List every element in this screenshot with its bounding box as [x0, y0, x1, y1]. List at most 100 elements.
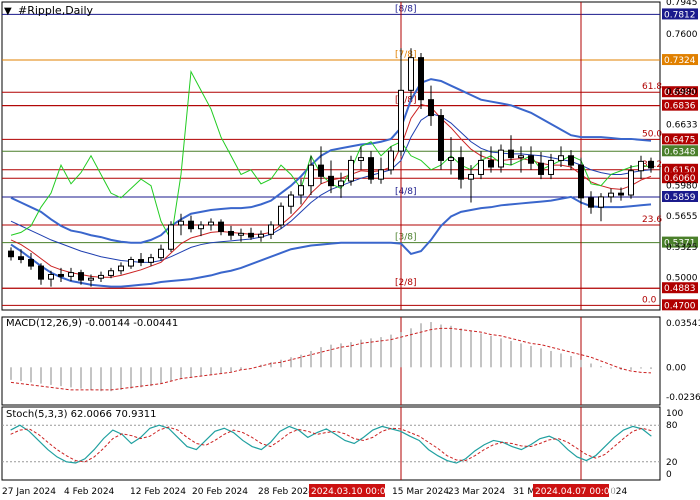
level-label: 50.0 [642, 129, 662, 139]
candle-body [538, 162, 544, 175]
candle-body [158, 248, 164, 259]
candle-body [508, 149, 514, 159]
y-tick-label: 0.5325 [666, 243, 698, 253]
x-tick-label: 15 Mar 2024 [392, 487, 449, 497]
level-label: 61.8 [642, 82, 662, 92]
candle-body [48, 273, 54, 280]
candle-body [28, 259, 34, 267]
macd-y-tick-label: 0.03541 [666, 319, 700, 329]
candle-body [128, 259, 134, 267]
candle-body [98, 274, 104, 279]
y-tick-label: 0.6633 [666, 121, 698, 131]
candle-body [148, 257, 154, 263]
y-tick-label: 0.5000 [666, 273, 698, 283]
candle-body [578, 164, 584, 199]
y-tick-label: 0.6990 [666, 87, 698, 97]
macd-y-tick-label: 0.00 [666, 363, 686, 373]
candle-body [568, 155, 574, 166]
candle-body [338, 180, 344, 187]
candle-body [178, 220, 184, 226]
candle-body [618, 192, 624, 196]
stoch-y-tick-label: 0 [666, 470, 672, 480]
main-price-panel: [8/8][7/8]61.8[6/8]50.038.2[4/8]23.6[3/8… [1, 1, 662, 311]
candle-body [308, 164, 314, 187]
candle-body [248, 232, 254, 238]
candle-body [378, 169, 384, 180]
candle-body [488, 159, 494, 168]
candle-body [608, 192, 614, 198]
candle-body [388, 150, 394, 171]
x-tick-label: 31 M [513, 487, 535, 497]
candle-body [638, 160, 644, 172]
chart-canvas: [8/8][7/8]61.8[6/8]50.038.2[4/8]23.6[3/8… [1, 0, 700, 497]
candle-body [268, 224, 274, 235]
x-tick-label: 12 Feb 2024 [130, 487, 186, 497]
price-badge-text: 0.4883 [664, 284, 696, 294]
date-marker-label: 2024.04.07 00:00 [535, 487, 616, 497]
candle-body [628, 170, 634, 196]
level-label: 0.0 [642, 295, 657, 305]
candle-body [598, 196, 604, 208]
candle-body [68, 272, 74, 277]
candle-body [218, 221, 224, 232]
candle-body [118, 265, 124, 272]
date-marker-label: 2024.03.10 00:00 [311, 487, 392, 497]
stoch-y-tick-label: 20 [666, 458, 678, 468]
candle-body [648, 160, 654, 169]
candle-body [8, 250, 14, 258]
y-tick-label: 0.7600 [666, 30, 698, 40]
axes-layer: 0.78120.73240.69800.68360.64750.63480.61… [2, 0, 700, 497]
candle-body [278, 205, 284, 226]
candle-body [558, 155, 564, 161]
price-badge-text: 0.4700 [664, 301, 696, 311]
y-tick-label: 0.5655 [666, 212, 698, 222]
candle-body [238, 232, 244, 236]
candle-body [468, 173, 474, 180]
candle-body [108, 270, 114, 276]
candle-body [288, 194, 294, 207]
candle-body [518, 155, 524, 159]
candle-body [588, 197, 594, 208]
candle-body [438, 115, 444, 161]
candle-body [188, 220, 194, 230]
x-tick-label: 23 Mar 2024 [448, 487, 505, 497]
candle-body [318, 164, 324, 177]
y-tick-label: 0.7945 [666, 0, 698, 8]
macd-label: MACD(12,26,9) -0.00144 -0.00441 [6, 318, 178, 329]
candle-body [38, 265, 44, 280]
x-tick-label: 20 Feb 2024 [192, 487, 248, 497]
candle-body [18, 256, 24, 261]
price-badge-text: 0.6475 [664, 135, 696, 145]
candle-body [138, 259, 144, 263]
level-label: [3/8] [395, 233, 417, 243]
candle-body [348, 159, 354, 182]
chart-title: #Ripple,Daily [18, 4, 94, 17]
price-badge-text: 0.6348 [664, 147, 696, 157]
candle-body [358, 157, 364, 161]
candle-body [208, 221, 214, 226]
price-badge-text: 0.5859 [664, 193, 696, 203]
dropdown-arrow-icon: ▼ [4, 6, 12, 17]
candle-body [88, 277, 94, 281]
stoch-y-tick-label: 100 [666, 409, 683, 419]
level-label: 23.6 [642, 215, 662, 225]
candle-body [548, 159, 554, 175]
level-label: [2/8] [395, 278, 417, 288]
candle-body [328, 175, 334, 187]
y-tick-label: 0.5980 [666, 182, 698, 192]
candle-body [368, 157, 374, 180]
candle-body [418, 57, 424, 101]
candle-body [528, 155, 534, 164]
candle-body [448, 157, 454, 161]
level-label: [4/8] [395, 187, 417, 197]
stoch-y-tick-label: 80 [666, 421, 678, 431]
candle-body [58, 273, 64, 277]
candle-body [78, 272, 84, 281]
candle-body [228, 230, 234, 236]
stoch-k-line [10, 424, 652, 464]
candle-body [198, 224, 204, 230]
bollinger-lower-line [10, 195, 652, 288]
chikou-green-line [10, 69, 652, 242]
candle-body [298, 185, 304, 196]
candle-body [398, 89, 404, 152]
